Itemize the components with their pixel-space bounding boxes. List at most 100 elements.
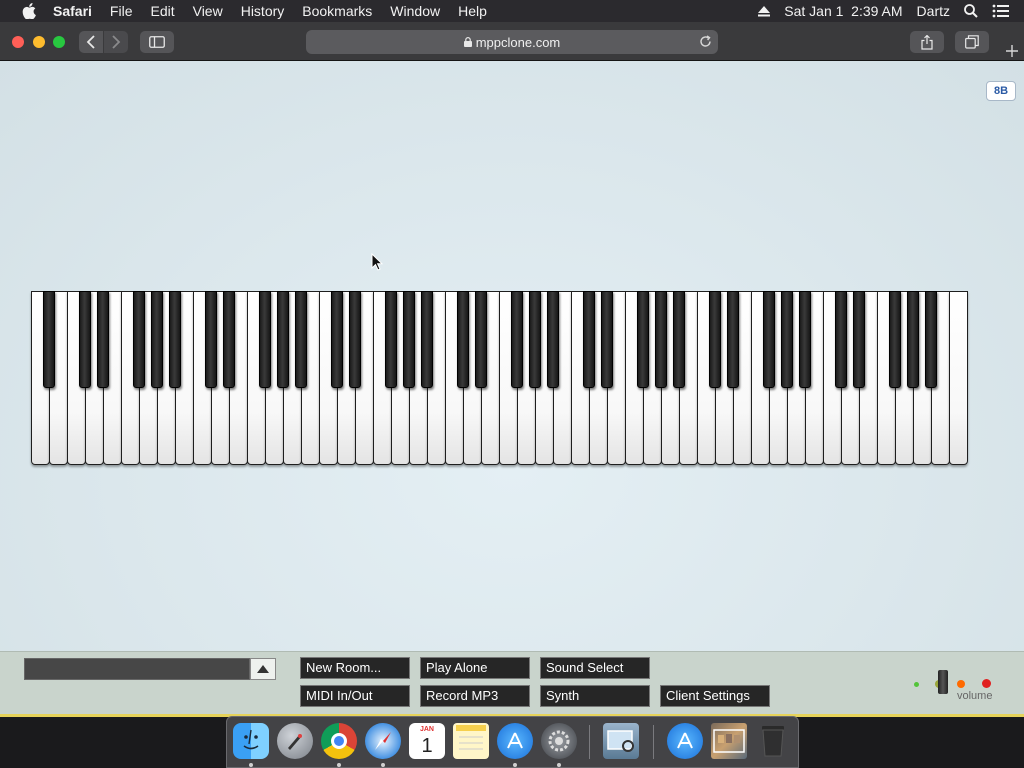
black-key[interactable] <box>655 291 667 388</box>
black-key[interactable] <box>277 291 289 388</box>
black-key[interactable] <box>601 291 613 388</box>
chat-toggle-button[interactable] <box>250 658 276 680</box>
black-key[interactable] <box>331 291 343 388</box>
client-settings-button[interactable]: Client Settings <box>660 685 770 707</box>
system-preferences-icon[interactable] <box>541 723 577 759</box>
black-key[interactable] <box>223 291 235 388</box>
chevron-left-icon <box>86 35 95 49</box>
black-key[interactable] <box>781 291 793 388</box>
finder-icon[interactable] <box>233 723 269 759</box>
midi-in-out-button[interactable]: MIDI In/Out <box>300 685 410 707</box>
volume-slider-handle[interactable] <box>938 670 948 694</box>
menu-bar: Safari File Edit View History Bookmarks … <box>0 0 1024 22</box>
black-key[interactable] <box>403 291 415 388</box>
zoom-window-button[interactable] <box>53 36 65 48</box>
address-bar[interactable]: mppclone.com <box>306 30 718 54</box>
eject-icon[interactable] <box>758 5 771 17</box>
menu-bookmarks[interactable]: Bookmarks <box>293 0 381 22</box>
black-key[interactable] <box>97 291 109 388</box>
safari-icon[interactable] <box>365 723 401 759</box>
close-window-button[interactable] <box>12 36 24 48</box>
black-key[interactable] <box>637 291 649 388</box>
app-store-running-indicator <box>513 763 517 767</box>
black-key[interactable] <box>727 291 739 388</box>
apple-menu-icon[interactable] <box>18 3 40 19</box>
launchpad-icon[interactable] <box>277 723 313 759</box>
app-store-icon[interactable] <box>497 723 533 759</box>
downloads-stack-icon[interactable] <box>711 723 747 759</box>
lock-icon <box>463 37 472 47</box>
black-key[interactable] <box>511 291 523 388</box>
play-alone-button[interactable]: Play Alone <box>420 657 530 679</box>
black-key[interactable] <box>259 291 271 388</box>
calendar-icon[interactable]: JAN 1 <box>409 723 445 759</box>
new-room-button[interactable]: New Room... <box>300 657 410 679</box>
synth-button[interactable]: Synth <box>540 685 650 707</box>
status-led-green <box>914 682 919 687</box>
menu-edit[interactable]: Edit <box>141 0 183 22</box>
sidebar-toggle-button[interactable] <box>140 31 174 53</box>
share-icon <box>921 34 933 50</box>
trash-icon[interactable] <box>755 723 791 759</box>
safari-running-indicator <box>381 763 385 767</box>
system-preferences-running-indicator <box>557 763 561 767</box>
dock-separator <box>589 725 590 759</box>
control-center-icon[interactable] <box>992 4 1010 18</box>
menu-window[interactable]: Window <box>381 0 449 22</box>
piano-keyboard[interactable] <box>31 291 968 465</box>
back-button[interactable] <box>79 31 103 53</box>
black-key[interactable] <box>457 291 469 388</box>
menu-view[interactable]: View <box>184 0 232 22</box>
black-key[interactable] <box>583 291 595 388</box>
black-key[interactable] <box>853 291 865 388</box>
menu-file[interactable]: File <box>101 0 142 22</box>
minimize-window-button[interactable] <box>33 36 45 48</box>
forward-button[interactable] <box>104 31 128 53</box>
black-key[interactable] <box>169 291 181 388</box>
black-key[interactable] <box>295 291 307 388</box>
menubar-user[interactable]: Dartz <box>917 3 950 19</box>
mouse-cursor-icon <box>371 253 383 271</box>
black-key[interactable] <box>133 291 145 388</box>
spotlight-search-icon[interactable] <box>964 4 978 18</box>
tab-overview-button[interactable] <box>955 31 989 53</box>
black-key[interactable] <box>205 291 217 388</box>
share-button[interactable] <box>910 31 944 53</box>
black-key[interactable] <box>835 291 847 388</box>
room-badge[interactable]: 8B <box>986 81 1016 101</box>
black-key[interactable] <box>475 291 487 388</box>
white-key[interactable] <box>949 291 968 465</box>
reload-icon[interactable] <box>699 35 712 48</box>
black-key[interactable] <box>79 291 91 388</box>
black-key[interactable] <box>889 291 901 388</box>
menu-help[interactable]: Help <box>449 0 496 22</box>
menu-app-safari[interactable]: Safari <box>44 0 101 22</box>
black-key[interactable] <box>763 291 775 388</box>
black-key[interactable] <box>799 291 811 388</box>
sound-select-button[interactable]: Sound Select <box>540 657 650 679</box>
black-key[interactable] <box>529 291 541 388</box>
notes-icon[interactable] <box>453 723 489 759</box>
new-tab-button[interactable] <box>1000 40 1024 62</box>
record-mp3-button[interactable]: Record MP3 <box>420 685 530 707</box>
black-key[interactable] <box>349 291 361 388</box>
black-key[interactable] <box>925 291 937 388</box>
black-key[interactable] <box>385 291 397 388</box>
menubar-clock[interactable]: Sat Jan 1 2:39 AM <box>784 3 902 19</box>
preview-icon[interactable] <box>603 723 639 759</box>
finder-running-indicator <box>249 763 253 767</box>
chevron-right-icon <box>112 35 121 49</box>
black-key[interactable] <box>709 291 721 388</box>
chrome-icon[interactable] <box>321 723 357 759</box>
black-key[interactable] <box>421 291 433 388</box>
black-key[interactable] <box>43 291 55 388</box>
black-key[interactable] <box>151 291 163 388</box>
black-key[interactable] <box>673 291 685 388</box>
triangle-up-icon <box>257 665 269 673</box>
black-key[interactable] <box>907 291 919 388</box>
black-key[interactable] <box>547 291 559 388</box>
chat-input[interactable] <box>24 658 250 680</box>
menu-history[interactable]: History <box>232 0 294 22</box>
app-store-folder-icon[interactable] <box>667 723 703 759</box>
browser-toolbar: mppclone.com <box>0 22 1024 61</box>
